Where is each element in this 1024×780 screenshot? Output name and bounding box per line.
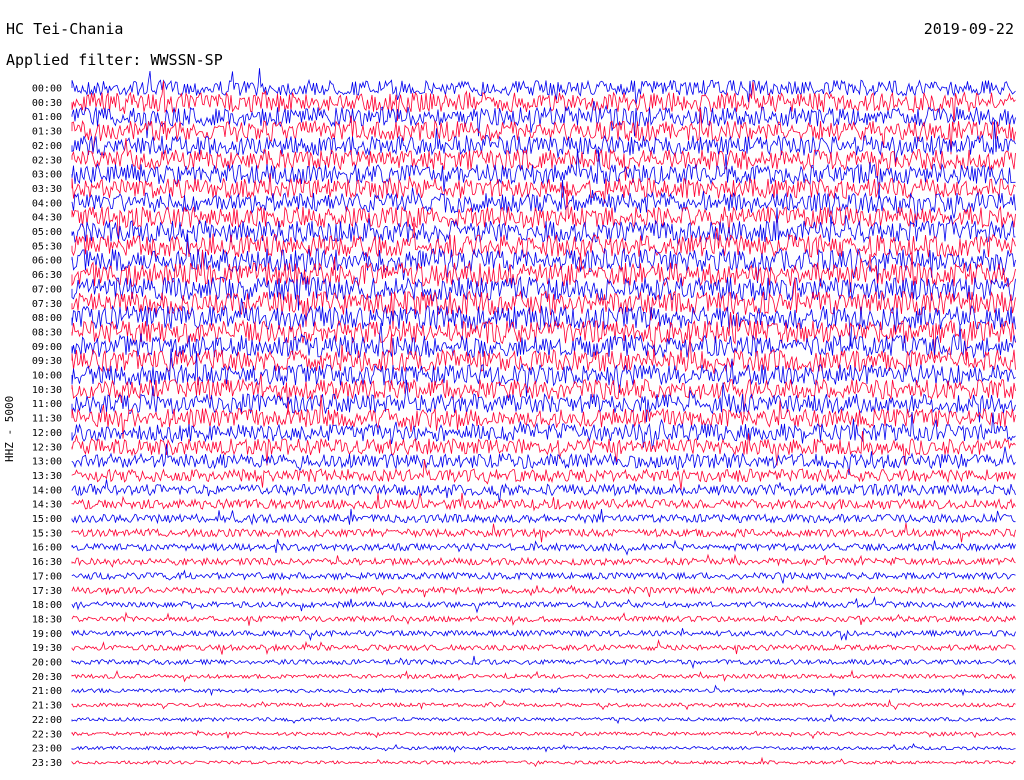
time-tick-label: 15:30 <box>32 528 62 539</box>
time-tick-label: 17:30 <box>32 586 62 597</box>
time-tick-label: 16:30 <box>32 557 62 568</box>
time-tick-label: 02:00 <box>32 141 62 152</box>
time-tick-label: 08:00 <box>32 313 62 324</box>
time-tick-label: 04:30 <box>32 213 62 224</box>
time-tick-label: 02:30 <box>32 155 62 166</box>
time-tick-label: 21:30 <box>32 701 62 712</box>
seismic-trace-row <box>71 684 1016 697</box>
time-tick-label: 17:00 <box>32 571 62 582</box>
seismic-trace-row <box>71 639 1016 655</box>
seismic-trace-row <box>71 430 1016 466</box>
time-tick-label: 22:30 <box>32 729 62 740</box>
time-tick-label: 10:00 <box>32 371 62 382</box>
time-tick-label: 07:00 <box>32 284 62 295</box>
seismic-trace-row <box>71 595 1016 614</box>
time-tick-label: 13:30 <box>32 471 62 482</box>
time-tick-label: 21:00 <box>32 686 62 697</box>
time-tick-label: 18:30 <box>32 614 62 625</box>
seismic-trace-row <box>71 611 1016 626</box>
seismic-trace-row <box>71 669 1016 683</box>
time-tick-label: 15:00 <box>32 514 62 525</box>
time-tick-label: 03:30 <box>32 184 62 195</box>
seismic-trace-row <box>71 655 1016 670</box>
seismic-trace-row <box>71 569 1016 584</box>
time-tick-label: 00:30 <box>32 98 62 109</box>
time-tick-label: 05:00 <box>32 227 62 238</box>
time-tick-label: 09:30 <box>32 356 62 367</box>
time-tick-label: 14:30 <box>32 500 62 511</box>
time-tick-label: 11:00 <box>32 399 62 410</box>
trace-group <box>71 68 1016 768</box>
seismic-trace-row <box>71 698 1016 711</box>
time-tick-labels: 00:00 00:30 01:00 01:30 02:00 02:30 03:00 03:30… <box>32 84 62 769</box>
time-tick-label: 14:00 <box>32 485 62 496</box>
time-tick-label: 01:30 <box>32 127 62 138</box>
time-tick-label: 19:00 <box>32 629 62 640</box>
time-tick-label: 22:00 <box>32 715 62 726</box>
helicorder-plot: 00:00 00:30 01:00 01:30 02:00 02:30 03:00 03:30… <box>32 68 1016 769</box>
seismic-trace-row <box>71 729 1016 740</box>
time-tick-label: 19:30 <box>32 643 62 654</box>
time-tick-label: 11:30 <box>32 414 62 425</box>
seismic-trace-row <box>71 539 1016 556</box>
seismic-trace-row <box>71 68 1016 106</box>
time-tick-label: 09:00 <box>32 342 62 353</box>
time-tick-label: 04:00 <box>32 198 62 209</box>
time-tick-label: 16:00 <box>32 543 62 554</box>
seismic-trace-row <box>71 713 1016 725</box>
time-tick-label: 05:30 <box>32 241 62 252</box>
seismic-trace-row <box>71 272 1016 311</box>
seismic-trace-row <box>71 522 1016 543</box>
seismic-trace-row <box>71 628 1016 642</box>
seismic-trace-row <box>71 553 1016 568</box>
time-tick-label: 12:30 <box>32 442 62 453</box>
time-tick-label: 18:00 <box>32 600 62 611</box>
time-tick-label: 06:00 <box>32 256 62 267</box>
seismic-trace-row <box>71 443 1016 476</box>
seismic-trace-row <box>71 479 1016 503</box>
seismic-trace-row <box>71 584 1016 598</box>
time-tick-label: 20:30 <box>32 672 62 683</box>
time-tick-label: 03:00 <box>32 170 62 181</box>
seismic-trace-row <box>71 508 1016 526</box>
time-tick-label: 13:00 <box>32 457 62 468</box>
time-tick-label: 20:00 <box>32 658 62 669</box>
time-tick-label: 10:30 <box>32 385 62 396</box>
seismic-trace-row <box>71 756 1016 768</box>
time-tick-label: 07:30 <box>32 299 62 310</box>
seismic-trace-row <box>71 743 1016 753</box>
time-tick-label: 08:30 <box>32 327 62 338</box>
time-tick-label: 01:00 <box>32 112 62 123</box>
seismic-trace-row <box>71 492 1016 512</box>
time-tick-label: 23:00 <box>32 744 62 755</box>
time-tick-label: 23:30 <box>32 758 62 769</box>
time-tick-label: 00:00 <box>32 84 62 95</box>
time-tick-label: 12:00 <box>32 428 62 439</box>
time-tick-label: 06:30 <box>32 270 62 281</box>
